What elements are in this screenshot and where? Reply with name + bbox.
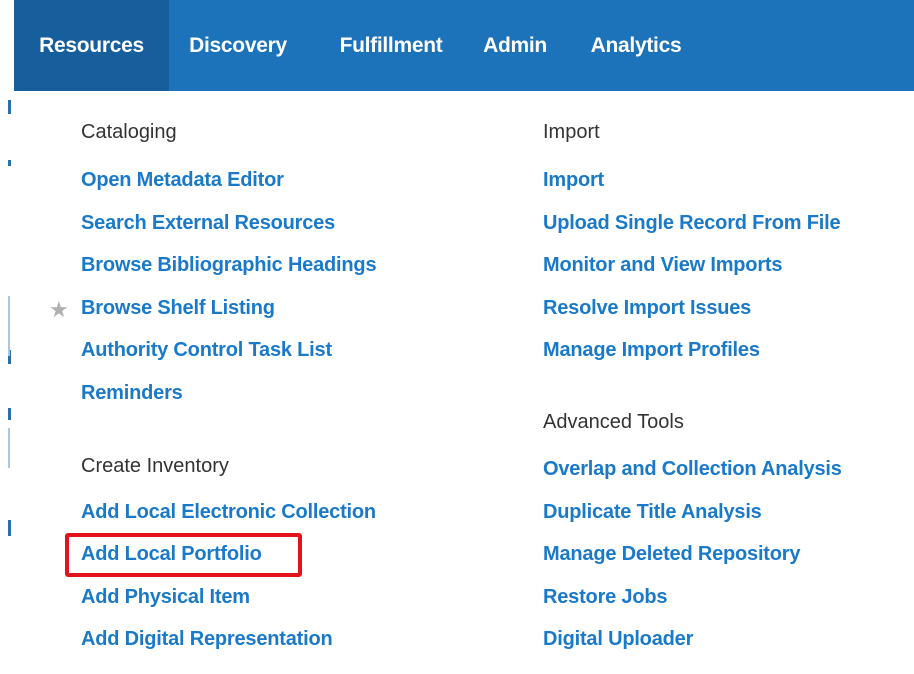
star-icon[interactable]: ★ bbox=[49, 299, 69, 321]
background-edge-mark bbox=[8, 520, 11, 536]
import-link[interactable]: Import bbox=[543, 169, 604, 192]
background-edge-mark bbox=[8, 100, 11, 114]
monitor-view-imports-link[interactable]: Monitor and View Imports bbox=[543, 254, 782, 277]
main-navbar: Resources Discovery Fulfillment Admin An… bbox=[14, 0, 914, 91]
manage-deleted-repository-link[interactable]: Manage Deleted Repository bbox=[543, 543, 800, 566]
add-digital-representation-link[interactable]: Add Digital Representation bbox=[81, 628, 333, 651]
browse-bibliographic-headings-link[interactable]: Browse Bibliographic Headings bbox=[81, 254, 377, 277]
nav-tab-fulfillment[interactable]: Fulfillment bbox=[320, 0, 462, 91]
reminders-link[interactable]: Reminders bbox=[81, 382, 183, 405]
add-physical-item-link[interactable]: Add Physical Item bbox=[81, 586, 250, 609]
restore-jobs-link[interactable]: Restore Jobs bbox=[543, 586, 668, 609]
authority-control-task-list-link[interactable]: Authority Control Task List bbox=[81, 339, 332, 362]
resolve-import-issues-link[interactable]: Resolve Import Issues bbox=[543, 297, 751, 320]
background-edge-line bbox=[8, 296, 10, 356]
cataloging-heading: Cataloging bbox=[81, 121, 177, 143]
background-edge-mark bbox=[8, 160, 11, 166]
background-edge-mark bbox=[8, 408, 11, 420]
open-metadata-editor-link[interactable]: Open Metadata Editor bbox=[81, 169, 284, 192]
background-edge-line bbox=[8, 428, 10, 468]
advanced-tools-heading: Advanced Tools bbox=[543, 411, 684, 433]
search-external-resources-link[interactable]: Search External Resources bbox=[81, 212, 335, 235]
nav-tab-resources[interactable]: Resources bbox=[14, 0, 169, 91]
nav-tab-analytics[interactable]: Analytics bbox=[581, 0, 691, 91]
upload-single-record-link[interactable]: Upload Single Record From File bbox=[543, 212, 841, 235]
add-local-electronic-collection-link[interactable]: Add Local Electronic Collection bbox=[81, 501, 376, 524]
browse-shelf-listing-link[interactable]: Browse Shelf Listing bbox=[81, 297, 275, 320]
nav-tab-discovery[interactable]: Discovery bbox=[179, 0, 297, 91]
import-heading: Import bbox=[543, 121, 600, 143]
digital-uploader-link[interactable]: Digital Uploader bbox=[543, 628, 693, 651]
highlight-box bbox=[65, 533, 302, 577]
nav-tab-admin[interactable]: Admin bbox=[474, 0, 556, 91]
duplicate-title-analysis-link[interactable]: Duplicate Title Analysis bbox=[543, 501, 762, 524]
overlap-collection-analysis-link[interactable]: Overlap and Collection Analysis bbox=[543, 458, 842, 481]
manage-import-profiles-link[interactable]: Manage Import Profiles bbox=[543, 339, 760, 362]
create-inventory-heading: Create Inventory bbox=[81, 455, 229, 477]
